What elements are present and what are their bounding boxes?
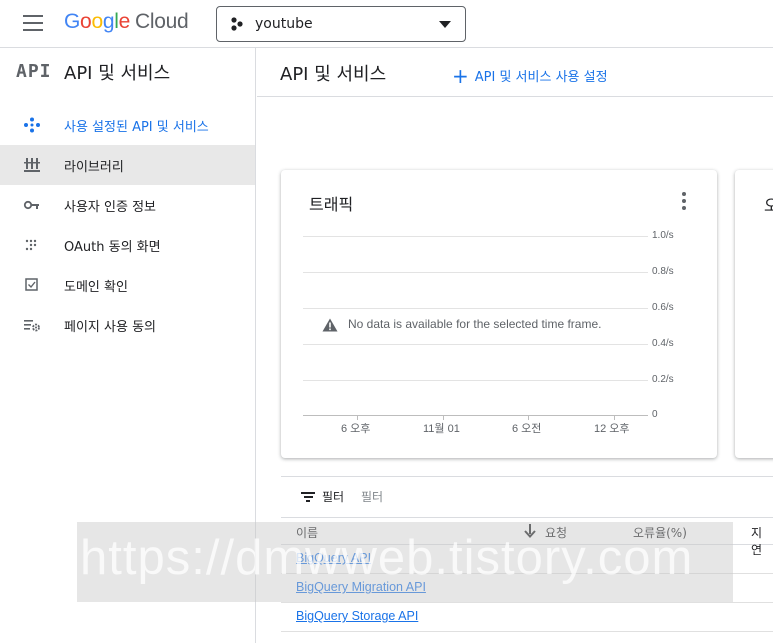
gridline <box>303 380 648 381</box>
menu-icon[interactable] <box>23 15 43 31</box>
caret-down-icon <box>439 21 451 28</box>
table-row: BigQuery Storage API <box>281 603 773 632</box>
x-tick-label: 11월 01 <box>423 423 460 435</box>
top-app-bar: Google Cloud youtube <box>0 0 773 48</box>
gridline <box>303 272 648 273</box>
sidebar-item-domain-verification[interactable]: 도메인 확인 <box>0 265 255 305</box>
sidebar-item-credentials[interactable]: 사용자 인증 정보 <box>0 185 255 225</box>
card-title: 오 <box>764 196 773 215</box>
logo-letter: e <box>118 10 131 33</box>
more-vert-icon[interactable] <box>681 192 687 212</box>
sidebar-header: API API 및 서비스 <box>0 48 255 97</box>
logo-letter: g <box>102 10 115 33</box>
logo-letter: o <box>91 10 103 33</box>
filter-input[interactable]: 필터 <box>361 488 383 505</box>
diamond-dots-icon <box>24 117 40 133</box>
list-gear-icon <box>24 320 40 332</box>
sidebar-item-label: 사용 설정된 API 및 서비스 <box>64 120 209 135</box>
page-title: API 및 서비스 <box>280 64 387 85</box>
x-tick-label: 6 오전 <box>512 423 542 435</box>
y-tick-label: 0.8/s <box>652 266 674 277</box>
key-icon <box>23 200 39 210</box>
api-link[interactable]: BigQuery Storage API <box>296 609 418 623</box>
no-data-text: No data is available for the selected ti… <box>348 317 602 331</box>
sidebar-item-page-consent[interactable]: 페이지 사용 동의 <box>0 305 255 345</box>
google-cloud-logo[interactable]: Google Cloud <box>64 10 189 34</box>
project-name: youtube <box>255 16 313 32</box>
project-icon <box>231 17 243 31</box>
x-tick-label: 6 오후 <box>341 423 371 435</box>
sidebar-item-enabled-apis[interactable]: 사용 설정된 API 및 서비스 <box>0 105 255 145</box>
api-logo-icon: API <box>16 61 52 82</box>
x-axis-line <box>303 415 648 416</box>
main-header: API 및 서비스 + API 및 서비스 사용 설정 <box>257 48 773 97</box>
sidebar-item-label: 페이지 사용 동의 <box>64 320 156 335</box>
sidebar-item-label: OAuth 동의 화면 <box>64 240 161 255</box>
no-data-message: No data is available for the selected ti… <box>322 317 602 332</box>
y-tick-label: 0.2/s <box>652 374 674 385</box>
x-tick-label: 12 오후 <box>594 423 630 435</box>
logo-letter: o <box>80 10 92 33</box>
gridline <box>303 236 648 237</box>
checkbox-icon <box>25 278 38 291</box>
plus-icon: + <box>452 64 469 88</box>
gridline <box>303 308 648 309</box>
errors-card: 오 <box>735 170 773 458</box>
sidebar-title: API 및 서비스 <box>64 63 171 84</box>
enable-apis-label: API 및 서비스 사용 설정 <box>474 70 608 85</box>
filter-bar: 필터 필터 <box>281 476 773 517</box>
logo-product: Cloud <box>134 10 189 33</box>
y-tick-label: 1.0/s <box>652 230 674 241</box>
y-tick-label: 0.4/s <box>652 338 674 349</box>
card-title: 트래픽 <box>309 195 354 214</box>
logo-letter: G <box>64 10 81 33</box>
warning-icon <box>322 318 338 332</box>
watermark-text: https://dmwweb.tistory.com <box>80 531 694 585</box>
sidebar-item-oauth[interactable]: OAuth 동의 화면 <box>0 225 255 265</box>
library-icon <box>24 158 40 172</box>
y-tick-label: 0.6/s <box>652 302 674 313</box>
sidebar-item-library[interactable]: 라이브러리 <box>0 145 255 185</box>
grid-dots-icon <box>25 239 37 251</box>
project-selector[interactable]: youtube <box>216 6 466 42</box>
sidebar-item-label: 사용자 인증 정보 <box>64 200 156 215</box>
watermark: https://dmwweb.tistory.com <box>77 522 733 602</box>
filter-label: 필터 <box>322 490 345 504</box>
sidebar-item-label: 라이브러리 <box>64 160 124 175</box>
filter-icon[interactable] <box>301 492 315 503</box>
y-tick-label: 0 <box>652 409 658 420</box>
gridline <box>303 344 648 345</box>
enable-apis-button[interactable]: + API 및 서비스 사용 설정 <box>452 62 608 88</box>
traffic-card: 트래픽 1.0/s 0.8/s 0.6/s 0.4/s 0.2/s 0 6 오후… <box>281 170 717 458</box>
sidebar-item-label: 도메인 확인 <box>64 280 128 295</box>
